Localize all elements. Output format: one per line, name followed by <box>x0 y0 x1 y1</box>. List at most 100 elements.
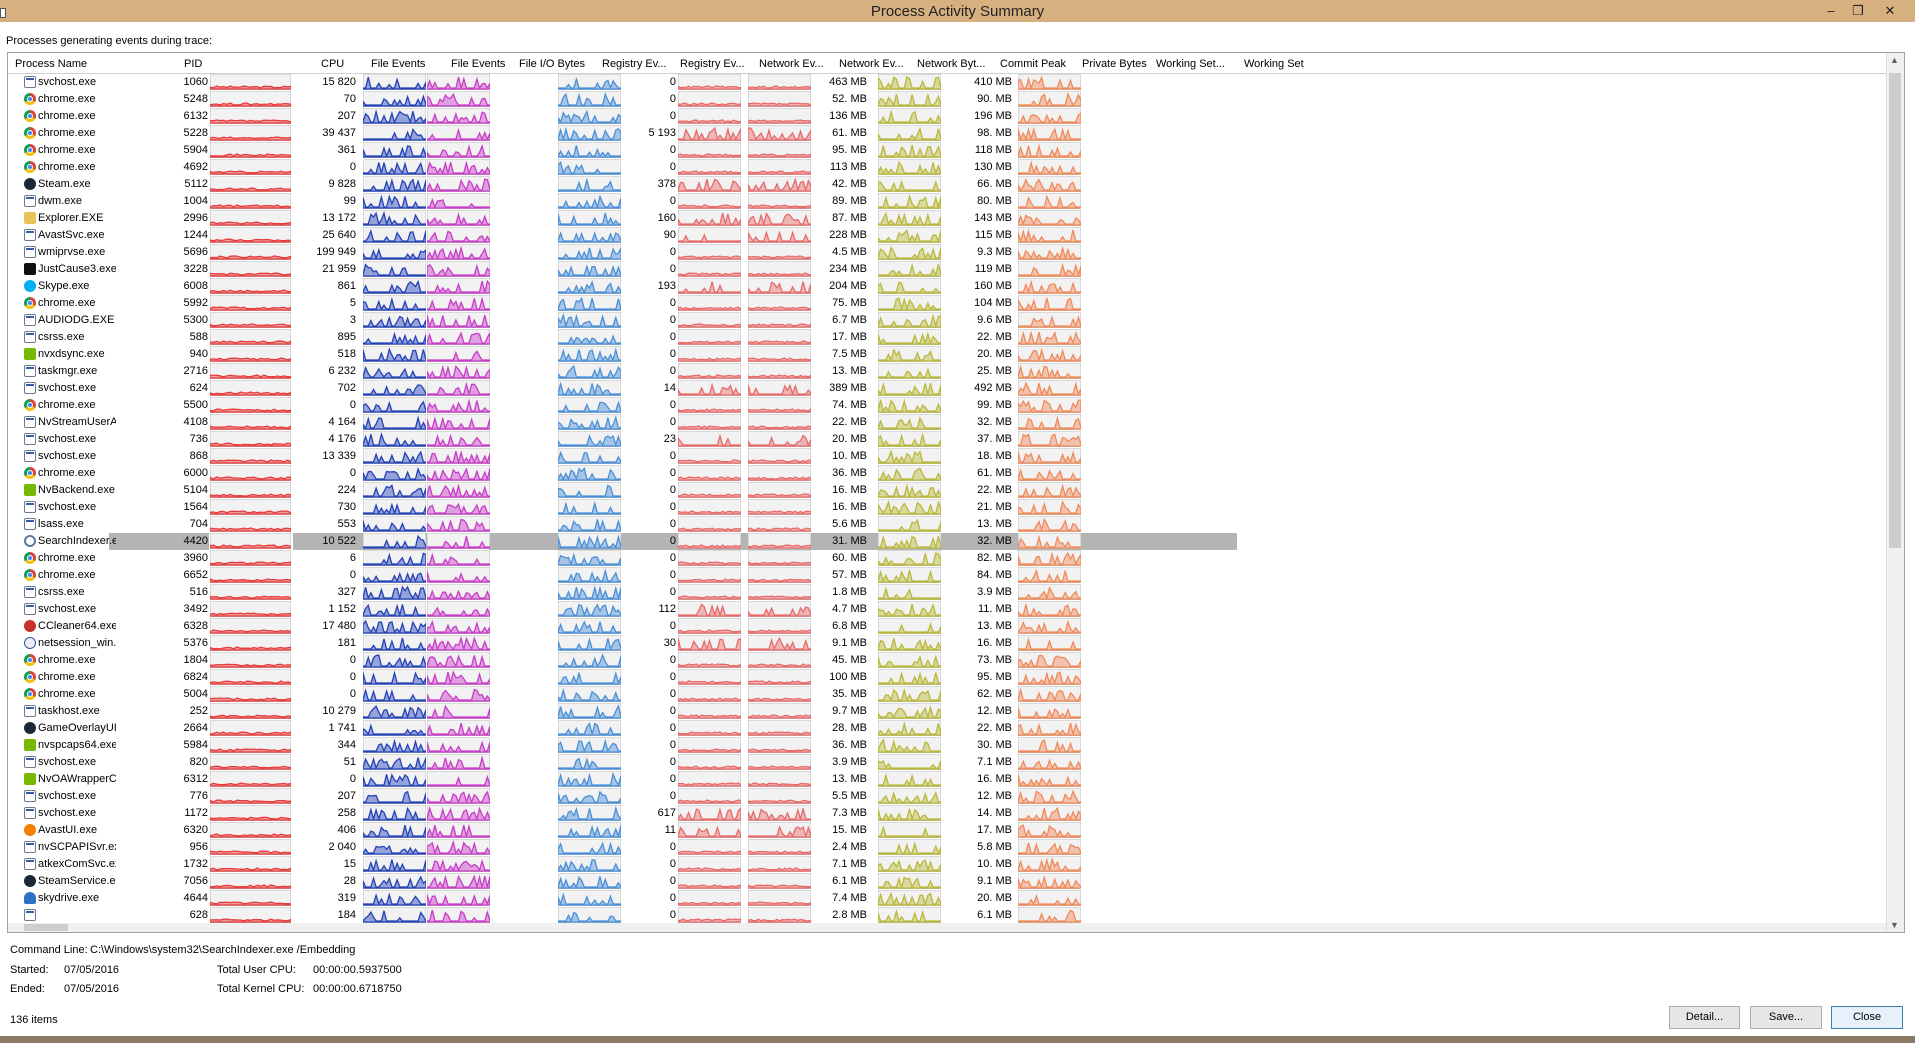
pid: 516 <box>189 586 208 598</box>
horizontal-scrollbar[interactable] <box>8 923 1886 932</box>
scrollbar-thumb[interactable] <box>1889 73 1901 548</box>
pid: 4644 <box>183 892 208 904</box>
table-row[interactable]: chrome.exe 5228 39 437 13 641 5 193 61. … <box>8 125 1886 142</box>
table-row[interactable]: svchost.exe 3492 1 152 3 830 112 4.7 MB … <box>8 601 1886 618</box>
scroll-up-icon[interactable]: ▲ <box>1890 55 1899 65</box>
table-row[interactable]: svchost.exe 1172 258 2 778 617 7.3 MB 14… <box>8 805 1886 822</box>
col-registry-events[interactable]: Registry Ev... <box>602 58 667 70</box>
table-row[interactable]: chrome.exe 1804 0 0 0 45. MB 73. MB <box>8 652 1886 669</box>
file-events: 4 176 <box>328 433 356 445</box>
working-set: 62. MB <box>977 688 1012 700</box>
table-row[interactable]: chrome.exe 5500 0 0 0 74. MB 99. MB <box>8 397 1886 414</box>
table-row[interactable]: chrome.exe 6000 0 0 0 36. MB 61. MB <box>8 465 1886 482</box>
table-row[interactable]: svchost.exe 1060 15 820 1 344 0 463 MB 4… <box>8 74 1886 91</box>
table-row[interactable]: CCleaner64.exe 6328 17 480 6 770 0 6.8 M… <box>8 618 1886 635</box>
file-events: 518 <box>337 348 356 360</box>
close-button[interactable]: Close <box>1831 1006 1903 1029</box>
table-row[interactable]: svchost.exe 1564 730 624 0 16. MB 21. MB <box>8 499 1886 516</box>
file-events: 327 <box>337 586 356 598</box>
horizontal-scrollbar-thumb[interactable] <box>24 924 68 931</box>
table-row[interactable]: AvastUI.exe 6320 406 688 11 15. MB 17. M… <box>8 822 1886 839</box>
table-row[interactable]: wmiprvse.exe 5696 199 949 608 0 4.5 MB 9… <box>8 244 1886 261</box>
table-row[interactable]: chrome.exe 5904 361 1 109 0 95. MB 118 M… <box>8 142 1886 159</box>
table-row[interactable]: csrss.exe 516 327 813 0 1.8 MB 3.9 MB <box>8 584 1886 601</box>
table-row[interactable]: NvBackend.exe 5104 224 572 0 16. MB 22. … <box>8 482 1886 499</box>
exe-icon <box>24 501 36 513</box>
table-row[interactable]: svchost.exe 820 51 3 296 0 3.9 MB 7.1 MB <box>8 754 1886 771</box>
network-events: 0 <box>669 552 676 564</box>
table-row[interactable]: AUDIODG.EXE 5300 3 4 990 0 6.7 MB 9.6 MB <box>8 312 1886 329</box>
table-row[interactable]: csrss.exe 588 895 3 797 0 17. MB 22. MB <box>8 329 1886 346</box>
table-row[interactable]: AvastSvc.exe 1244 25 640 54 411 90 228 M… <box>8 227 1886 244</box>
table-row[interactable]: chrome.exe 5992 5 0 0 75. MB 104 MB <box>8 295 1886 312</box>
col-network-bytes[interactable]: Network Byt... <box>917 58 985 70</box>
table-row[interactable]: atkexComSvc.exe 1732 15 0 0 7.1 MB 10. M… <box>8 856 1886 873</box>
table-row[interactable]: chrome.exe 4692 0 0 0 113 MB 130 MB <box>8 159 1886 176</box>
col-commit-peak[interactable]: Commit Peak <box>1000 58 1066 70</box>
col-network-events[interactable]: Network Ev... <box>759 58 824 70</box>
working-set: 10. MB <box>977 858 1012 870</box>
col-working-set-graph[interactable]: Working Set <box>1244 58 1304 70</box>
table-row[interactable]: NvOAWrapperCache.exe 6312 0 0 0 13. MB 1… <box>8 771 1886 788</box>
vertical-scrollbar[interactable]: ▲ ▼ <box>1886 53 1904 932</box>
table-row[interactable]: NvStreamUserAgent.exe 4108 4 164 42 944 … <box>8 414 1886 431</box>
table-row[interactable]: Steam.exe 5112 9 828 31 400 378 42. MB 6… <box>8 176 1886 193</box>
table-row[interactable]: svchost.exe 736 4 176 12 657 23 20. MB 3… <box>8 431 1886 448</box>
table-row[interactable]: chrome.exe 6652 0 0 0 57. MB 84. MB <box>8 567 1886 584</box>
process-name: AUDIODG.EXE <box>38 314 115 326</box>
table-row[interactable]: chrome.exe 6132 207 0 0 136 MB 196 MB <box>8 108 1886 125</box>
col-cpu[interactable]: CPU <box>321 58 344 70</box>
table-row[interactable]: chrome.exe 3960 6 0 0 60. MB 82. MB <box>8 550 1886 567</box>
table-row[interactable]: Explorer.EXE 2996 13 172 82 809 160 87. … <box>8 210 1886 227</box>
table-row[interactable]: svchost.exe 624 702 12 994 14 389 MB 492… <box>8 380 1886 397</box>
col-private-bytes[interactable]: Private Bytes <box>1082 58 1147 70</box>
table-row[interactable]: 628 184 4 474 0 2.8 MB 6.1 MB <box>8 907 1886 924</box>
table-row[interactable]: chrome.exe 5248 70 0 0 52. MB 90. MB <box>8 91 1886 108</box>
table-row[interactable]: chrome.exe 5004 0 0 0 35. MB 62. MB <box>8 686 1886 703</box>
table-row[interactable]: svchost.exe 776 207 18 990 0 5.5 MB 12. … <box>8 788 1886 805</box>
table-row[interactable]: SteamService.exe 7056 28 0 0 6.1 MB 9.1 … <box>8 873 1886 890</box>
network-events: 0 <box>669 671 676 683</box>
save-button[interactable]: Save... <box>1750 1006 1822 1029</box>
table-row[interactable]: GameOverlayUI.exe 2664 1 741 768 0 28. M… <box>8 720 1886 737</box>
table-row[interactable]: netsession_win.exe 5376 181 2 445 30 9.1… <box>8 635 1886 652</box>
table-row[interactable]: skydrive.exe 4644 319 4 561 0 7.4 MB 20.… <box>8 890 1886 907</box>
minimize-button[interactable]: – <box>1818 1 1844 21</box>
table-row[interactable]: Skype.exe 6008 861 939 193 204 MB 160 MB <box>8 278 1886 295</box>
col-network-events-graph[interactable]: Network Ev... <box>839 58 904 70</box>
ccl-icon <box>24 620 36 632</box>
scroll-down-icon[interactable]: ▼ <box>1890 920 1899 930</box>
table-row[interactable]: JustCause3.exe 3228 21 959 23 545 0 234 … <box>8 261 1886 278</box>
col-process-name[interactable]: Process Name <box>15 58 87 70</box>
table-row[interactable]: chrome.exe 6824 0 0 0 100 MB 95. MB <box>8 669 1886 686</box>
maximize-button[interactable]: ❐ <box>1845 1 1871 21</box>
commit-peak: 463 MB <box>829 76 867 88</box>
table-row[interactable]: SearchIndexer.exe 4420 10 522 9 387 0 31… <box>8 533 1886 550</box>
working-set: 7.1 MB <box>977 756 1012 768</box>
col-file-events-graph[interactable]: File Events <box>451 58 505 70</box>
pid: 5228 <box>183 127 208 139</box>
col-pid[interactable]: PID <box>184 58 202 70</box>
table-row[interactable]: svchost.exe 868 13 339 2 094 0 10. MB 18… <box>8 448 1886 465</box>
table-row[interactable]: nvspcaps64.exe 5984 344 3 804 0 36. MB 3… <box>8 737 1886 754</box>
table-row[interactable]: lsass.exe 704 553 1 853 0 5.6 MB 13. MB <box>8 516 1886 533</box>
detail-button[interactable]: Detail... <box>1669 1006 1740 1029</box>
steam-icon <box>24 722 36 734</box>
file-events: 5 <box>349 297 356 309</box>
col-registry-events-graph[interactable]: Registry Ev... <box>680 58 745 70</box>
col-file-events[interactable]: File Events <box>371 58 425 70</box>
table-row[interactable]: dwm.exe 1004 99 10 091 0 89. MB 80. MB <box>8 193 1886 210</box>
close-window-button[interactable]: ✕ <box>1873 1 1907 21</box>
network-events: 0 <box>669 773 676 785</box>
table-row[interactable]: taskmgr.exe 2716 6 232 5 065 0 13. MB 25… <box>8 363 1886 380</box>
network-events: 0 <box>669 161 676 173</box>
col-file-io-bytes[interactable]: File I/O Bytes <box>519 58 585 70</box>
working-set: 84. MB <box>977 569 1012 581</box>
table-row[interactable]: taskhost.exe 252 10 279 4 496 0 9.7 MB 1… <box>8 703 1886 720</box>
user-cpu-value: 00:00:00.5937500 <box>313 964 402 976</box>
process-grid[interactable]: Process Name PID CPU File Events File Ev… <box>7 52 1905 933</box>
col-working-set-value[interactable]: Working Set... <box>1156 58 1225 70</box>
process-name: skydrive.exe <box>38 892 100 904</box>
table-row[interactable]: nvSCPAPISvr.exe 956 2 040 8 063 0 2.4 MB… <box>8 839 1886 856</box>
table-row[interactable]: nvxdsync.exe 940 518 94 645 0 7.5 MB 20.… <box>8 346 1886 363</box>
